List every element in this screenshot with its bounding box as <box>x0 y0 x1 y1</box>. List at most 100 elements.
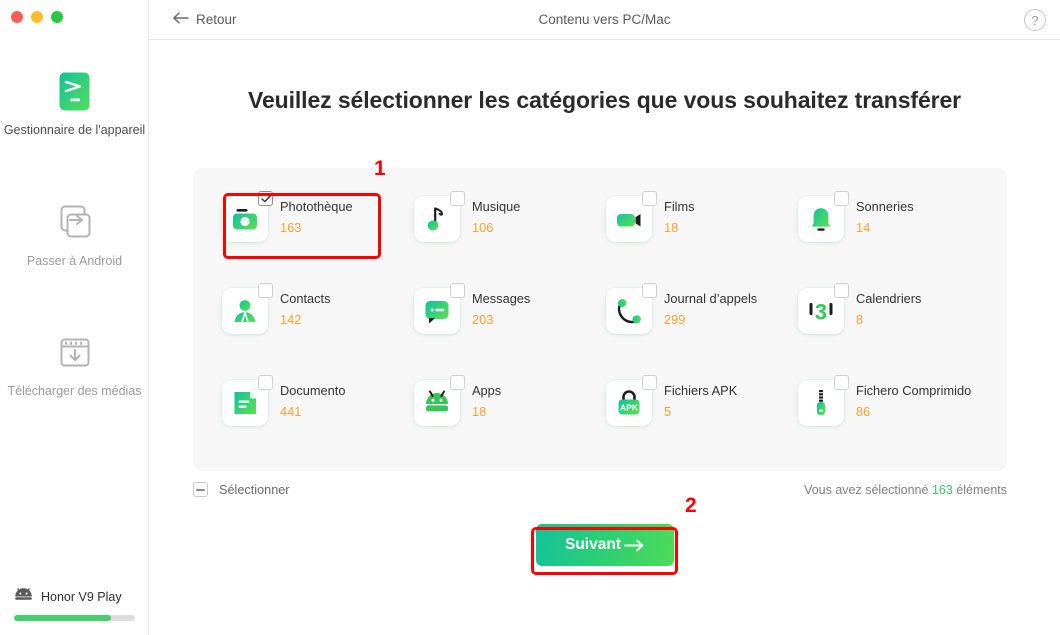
minimize-window-button[interactable] <box>31 11 43 23</box>
category-icon-tile <box>798 191 849 242</box>
category-count: 441 <box>280 403 302 419</box>
category-checkbox[interactable] <box>258 375 273 390</box>
category-icon-tile: APK <box>606 375 657 426</box>
category-icon-tile: 3 <box>798 283 849 334</box>
category-item[interactable]: Contacts 142 <box>214 282 389 374</box>
back-button-label: Retour <box>196 12 237 27</box>
chat-bubble-icon <box>422 296 452 326</box>
select-all-label: Sélectionner <box>219 482 290 497</box>
categories-panel: Photothèque 163 Musique 106 Films 18 Sonneries… <box>193 168 1007 471</box>
category-icon-tile <box>414 375 465 426</box>
svg-text:APK: APK <box>620 403 639 413</box>
top-bar: Retour Contenu vers PC/Mac ? <box>149 0 1060 40</box>
category-item[interactable]: Fichero Comprimido 86 <box>790 374 971 466</box>
category-text: Messages 203 <box>472 288 530 327</box>
selection-status-count: 163 <box>931 482 953 497</box>
category-item[interactable]: Messages 203 <box>406 282 581 374</box>
video-camera-icon <box>614 204 644 234</box>
category-count: 14 <box>856 219 871 235</box>
category-icon-tile <box>414 283 465 334</box>
category-name: Journal d’appels <box>664 291 758 306</box>
category-checkbox[interactable] <box>450 283 465 298</box>
category-name: Documento <box>280 383 346 398</box>
help-button[interactable]: ? <box>1024 9 1046 31</box>
sidebar-item-download-media[interactable]: Télécharger des médias <box>0 330 149 399</box>
category-checkbox[interactable] <box>258 283 273 298</box>
category-text: Apps 18 <box>472 380 501 419</box>
maximize-window-button[interactable] <box>51 11 63 23</box>
page-title: Contenu vers PC/Mac <box>538 12 671 27</box>
android-robot-icon <box>14 587 33 606</box>
category-checkbox[interactable] <box>834 283 849 298</box>
category-icon-tile <box>606 283 657 334</box>
category-icon-tile <box>222 375 273 426</box>
calendar-icon: 3 <box>806 296 836 326</box>
device-storage-fill <box>14 615 111 621</box>
phone-handset-icon <box>614 296 644 326</box>
category-checkbox[interactable] <box>642 191 657 206</box>
category-count: 142 <box>280 311 302 327</box>
device-manager-icon <box>53 69 97 113</box>
category-text: Musique 106 <box>472 196 520 235</box>
category-count: 18 <box>664 219 679 235</box>
window-traffic-lights <box>11 11 63 23</box>
category-name: Fichiers APK <box>664 383 738 398</box>
sidebar-item-switch-to-android[interactable]: Passer à Android <box>0 200 149 269</box>
person-icon <box>230 296 260 326</box>
category-name: Apps <box>472 383 502 398</box>
svg-text:3: 3 <box>815 300 827 325</box>
category-checkbox[interactable] <box>834 191 849 206</box>
category-checkbox[interactable] <box>834 375 849 390</box>
main-content: Retour Contenu vers PC/Mac ? Veuillez sé… <box>149 0 1060 635</box>
android-robot-icon <box>422 388 452 418</box>
next-button-container: Suivant <box>149 524 1060 566</box>
category-name: Musique <box>472 199 521 214</box>
category-text: Photothèque 163 <box>280 196 353 235</box>
selection-status: Vous avez sélectionné 163 éléments <box>804 483 1007 497</box>
category-text: Sonneries 14 <box>856 196 914 235</box>
device-name: Honor V9 Play <box>41 589 122 604</box>
category-checkbox[interactable] <box>450 191 465 206</box>
sidebar: Gestionnaire de l'appareil Passer à Andr… <box>0 0 149 635</box>
category-item[interactable]: 3 Calendriers 8 <box>790 282 965 374</box>
category-text: Contacts 142 <box>280 288 331 327</box>
sidebar-item-label: Gestionnaire de l'appareil <box>3 123 146 137</box>
back-button[interactable]: Retour <box>172 12 237 27</box>
category-item[interactable]: Sonneries 14 <box>790 190 965 282</box>
category-item[interactable]: APK Fichiers APK 5 <box>598 374 773 466</box>
select-all-checkbox[interactable]: Sélectionner <box>193 482 290 497</box>
category-name: Calendriers <box>856 291 922 306</box>
connected-device[interactable]: Honor V9 Play <box>0 587 149 621</box>
category-icon-tile <box>798 375 849 426</box>
category-text: Journal d’appels 299 <box>664 288 757 327</box>
category-icon-tile <box>606 191 657 242</box>
sidebar-item-device-manager[interactable]: Gestionnaire de l'appareil <box>0 69 149 138</box>
category-checkbox[interactable] <box>258 191 273 206</box>
next-button-label: Suivant <box>565 536 621 553</box>
next-button[interactable]: Suivant <box>535 524 674 566</box>
minus-icon <box>196 488 205 491</box>
category-item[interactable]: Films 18 <box>598 190 773 282</box>
category-item[interactable]: Apps 18 <box>406 374 581 466</box>
category-item[interactable]: Journal d’appels 299 <box>598 282 773 374</box>
bell-icon <box>806 204 836 234</box>
category-item[interactable]: Photothèque 163 <box>214 190 389 282</box>
document-icon <box>230 388 260 418</box>
category-count: 5 <box>664 403 672 419</box>
category-count: 203 <box>472 311 494 327</box>
device-storage-bar <box>14 615 135 621</box>
category-icon-tile <box>414 191 465 242</box>
category-checkbox[interactable] <box>450 375 465 390</box>
category-item[interactable]: Documento 441 <box>214 374 389 466</box>
category-checkbox[interactable] <box>642 375 657 390</box>
category-name: Messages <box>472 291 531 306</box>
sidebar-item-label: Télécharger des médias <box>7 384 142 398</box>
category-text: Documento 441 <box>280 380 345 419</box>
category-name: Sonneries <box>856 199 914 214</box>
category-item[interactable]: Musique 106 <box>406 190 581 282</box>
category-name: Contacts <box>280 291 331 306</box>
category-checkbox[interactable] <box>642 283 657 298</box>
close-window-button[interactable] <box>11 11 23 23</box>
switch-to-android-icon <box>53 200 97 244</box>
category-text: Calendriers 8 <box>856 288 921 327</box>
